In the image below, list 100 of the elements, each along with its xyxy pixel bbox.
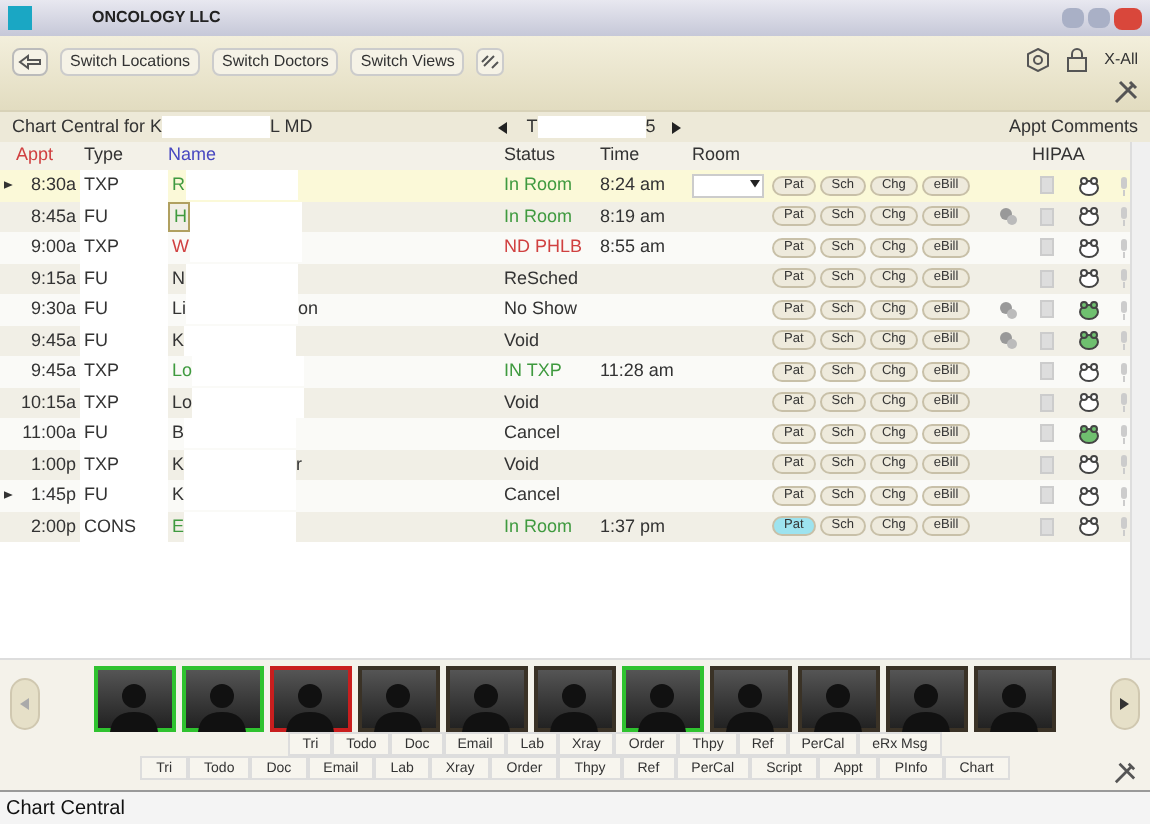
redaction-box [184, 449, 297, 480]
redaction-box [537, 116, 646, 138]
check-in-time: 8:55 am [600, 234, 668, 260]
patient-photo[interactable] [270, 666, 352, 732]
minimize-button[interactable] [1062, 8, 1084, 28]
date-label-end: 5 [645, 113, 656, 140]
microphone-icon[interactable] [1118, 299, 1130, 320]
redaction-box [184, 325, 297, 356]
back-button[interactable] [12, 48, 48, 76]
microphone-icon[interactable] [1118, 268, 1130, 289]
microphone-icon[interactable] [1118, 423, 1130, 444]
appt-time-cell-text: 1:00p [28, 451, 78, 478]
type-cell: TXP [80, 387, 168, 418]
appt-time-cell-text: 8:30a [28, 172, 78, 198]
toolbar-button[interactable]: Switch Views [350, 48, 465, 76]
frog-icon[interactable] [1078, 175, 1100, 196]
column-header: Room [692, 142, 743, 169]
type-cell: FU [80, 263, 168, 294]
microphone-icon[interactable] [1118, 454, 1130, 475]
patient-name: Li [170, 296, 187, 322]
room-dropdown[interactable] [692, 173, 764, 198]
x-all-label[interactable]: X-All [1104, 48, 1138, 72]
redaction-box [185, 170, 297, 201]
status-cell-text: Void [504, 389, 542, 415]
redaction-box [186, 294, 299, 325]
frog-icon[interactable] [1078, 361, 1100, 382]
microphone-icon[interactable] [1118, 330, 1130, 351]
patient-name: K [170, 482, 185, 508]
frog-icon[interactable] [1078, 206, 1100, 227]
microphone-icon[interactable] [1118, 485, 1130, 506]
appt-time-cell-text: 9:15a [28, 265, 78, 291]
lock-icon[interactable] [1066, 48, 1089, 72]
appt-time-cell-text: 2:00p [28, 513, 78, 540]
patient-photo[interactable] [182, 666, 264, 732]
redaction-box [192, 356, 305, 387]
appt-time-cell-text: 8:45a [28, 203, 78, 229]
microphone-icon[interactable] [1118, 361, 1130, 382]
patient-name: Lo [170, 389, 193, 415]
check-in-time: 8:24 am [600, 172, 668, 198]
frog-icon[interactable] [1078, 392, 1100, 413]
appt-time-cell-text: 9:45a [28, 358, 78, 384]
redaction-box [184, 511, 297, 542]
status-cell-text: Void [504, 327, 542, 353]
next-day-icon[interactable] [671, 121, 684, 133]
frog-icon[interactable] [1078, 299, 1100, 320]
check-in-time: 11:28 am [600, 358, 676, 384]
type-cell: TXP [80, 170, 168, 201]
frog-icon[interactable] [1078, 423, 1100, 444]
frog-icon[interactable] [1078, 454, 1100, 475]
patient-name: B [170, 420, 185, 446]
microphone-icon[interactable] [1118, 392, 1130, 413]
microphone-icon[interactable] [1118, 237, 1130, 258]
doctor-label-start: Chart Central for K [12, 113, 163, 140]
back-arrow-icon [18, 54, 42, 70]
toolbar-button[interactable]: Switch Doctors [212, 48, 339, 76]
type-cell: TXP [80, 232, 168, 263]
status-cell-text: Cancel [504, 482, 563, 508]
tools-icon[interactable] [1114, 80, 1138, 104]
left-arrow-icon[interactable] [19, 698, 31, 710]
patient-name: K [170, 451, 185, 477]
scrollbar[interactable] [1130, 142, 1150, 658]
next-arrow-button[interactable] [1110, 678, 1140, 730]
toolbar-button[interactable]: Switch Locations [60, 48, 201, 76]
maximize-button[interactable] [1088, 8, 1110, 28]
microphone-icon[interactable] [1118, 175, 1130, 196]
patient-name: W [170, 234, 189, 260]
column-header: Appt [14, 142, 56, 169]
status-cell-text: In Room [504, 172, 575, 198]
patient-photo[interactable] [622, 666, 704, 732]
patient-name: K [170, 327, 185, 353]
redaction-box [162, 116, 271, 138]
link-icon[interactable] [476, 48, 505, 76]
dropdown-caret-icon[interactable] [750, 180, 760, 191]
column-header: Time [600, 142, 642, 169]
comment-bubbles-icon[interactable] [998, 330, 1018, 351]
frog-icon[interactable] [1078, 330, 1100, 351]
date-label-start: T [526, 113, 538, 140]
frog-icon[interactable] [1078, 516, 1100, 537]
comment-bubbles-icon[interactable] [998, 299, 1018, 320]
previous-day-icon[interactable] [498, 121, 511, 133]
previous-arrow-button[interactable] [10, 678, 40, 730]
status-cell-text: ND PHLB [504, 234, 585, 260]
right-arrow-icon[interactable] [1119, 698, 1131, 710]
comment-bubbles-icon[interactable] [998, 206, 1018, 227]
frog-icon[interactable] [1078, 237, 1100, 258]
patient-photo[interactable] [94, 666, 176, 732]
status-text: Chart Central [6, 795, 125, 823]
redaction-box [189, 201, 301, 232]
microphone-icon[interactable] [1118, 206, 1130, 227]
patient-name: E [170, 513, 185, 539]
close-button[interactable] [1114, 7, 1142, 29]
patient-name-end: r [296, 451, 303, 477]
patient-name: H [168, 201, 189, 232]
settings-icon[interactable] [1026, 48, 1051, 72]
tools-icon[interactable] [1114, 762, 1136, 784]
frog-icon[interactable] [1078, 268, 1100, 289]
frog-icon[interactable] [1078, 485, 1100, 506]
appt-time-cell-text: 9:00a [28, 234, 78, 260]
microphone-icon[interactable] [1118, 516, 1130, 537]
patient-name: Lo [170, 358, 193, 384]
